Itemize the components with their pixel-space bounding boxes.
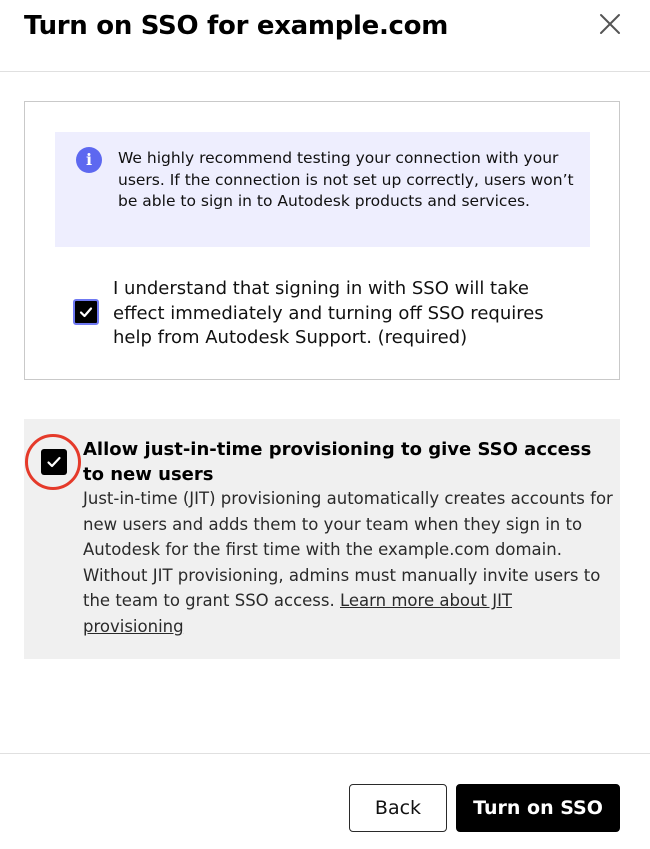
acknowledge-checkbox[interactable] <box>73 299 99 325</box>
dialog-title: Turn on SSO for example.com <box>24 11 449 41</box>
jit-checkbox[interactable] <box>41 449 67 475</box>
back-button[interactable]: Back <box>349 784 447 832</box>
turn-on-sso-button[interactable]: Turn on SSO <box>456 784 620 832</box>
jit-description: Just-in-time (JIT) provisioning automati… <box>83 486 613 639</box>
info-banner: i We highly recommend testing your conne… <box>55 132 590 247</box>
checkmark-icon <box>79 307 93 318</box>
jit-title[interactable]: Allow just-in-time provisioning to give … <box>83 438 603 487</box>
info-banner-text: We highly recommend testing your connect… <box>118 149 574 210</box>
dialog-header: Turn on SSO for example.com <box>0 0 650 72</box>
checkmark-icon <box>47 456 61 468</box>
acknowledge-label[interactable]: I understand that signing in with SSO wi… <box>113 277 583 351</box>
close-icon[interactable] <box>596 10 624 38</box>
dialog-footer: Back Turn on SSO <box>0 753 650 849</box>
jit-provisioning-panel: Allow just-in-time provisioning to give … <box>24 419 620 659</box>
consent-card: i We highly recommend testing your conne… <box>24 101 620 380</box>
info-icon: i <box>76 147 102 173</box>
